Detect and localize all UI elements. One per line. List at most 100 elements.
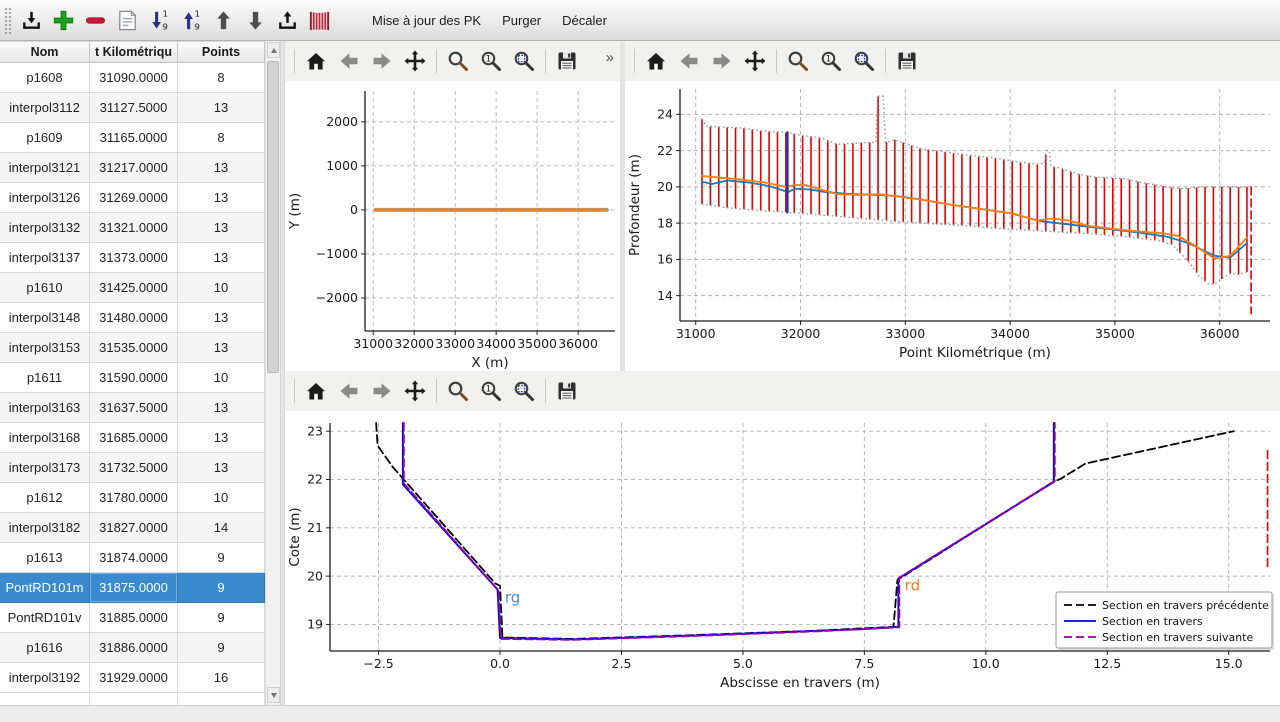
- table-row[interactable]: interpol319231929.000016: [0, 663, 265, 693]
- table-row[interactable]: interpol317331732.500013: [0, 453, 265, 483]
- status-bar: [0, 705, 1280, 722]
- zoom-selection-button[interactable]: [849, 46, 879, 76]
- scroll-down-button[interactable]: [267, 687, 280, 703]
- forward-button[interactable]: [367, 46, 397, 76]
- table-row[interactable]: p161631886.00009: [0, 633, 265, 663]
- home-button[interactable]: [301, 376, 331, 406]
- pan-button[interactable]: [400, 46, 430, 76]
- table-row[interactable]: interpol312131217.000013: [0, 153, 265, 183]
- import-button[interactable]: [16, 4, 47, 36]
- zoom-original-button[interactable]: [476, 376, 506, 406]
- zoom-button[interactable]: [443, 376, 473, 406]
- move-up-button[interactable]: [208, 4, 239, 36]
- svg-text:Profondeur (m): Profondeur (m): [627, 154, 643, 256]
- zoom-selection-button[interactable]: [509, 46, 539, 76]
- edit-note-button[interactable]: [112, 4, 143, 36]
- table-row[interactable]: interpol316331637.500013: [0, 393, 265, 423]
- export-button[interactable]: [272, 4, 303, 36]
- table-cell: 8: [178, 63, 265, 93]
- table-scrollbar[interactable]: [265, 41, 280, 705]
- column-header-points[interactable]: Points: [178, 41, 265, 63]
- sections-panel: Nom t Kilométriqu Points p160831090.0000…: [0, 41, 280, 705]
- forward-button[interactable]: [367, 376, 397, 406]
- table-cell: 31874.0000: [90, 543, 178, 573]
- table-row[interactable]: interpol312631269.000013: [0, 183, 265, 213]
- table-cell: 31269.0000: [90, 183, 178, 213]
- table-row[interactable]: p160931165.00008: [0, 123, 265, 153]
- sort-numeric-desc-icon: [147, 8, 172, 33]
- table-row[interactable]: PontRD101v31885.00009: [0, 603, 265, 633]
- table-cell: 8: [178, 123, 265, 153]
- back-button[interactable]: [334, 376, 364, 406]
- zoom-original-button[interactable]: [816, 46, 846, 76]
- table-cell: [178, 693, 265, 705]
- zoom-original-icon: [819, 49, 843, 73]
- home-button[interactable]: [301, 46, 331, 76]
- section-chart[interactable]: −2.50.02.55.07.510.012.515.01920212223rg…: [285, 411, 1280, 705]
- table-row[interactable]: interpol311231127.500013: [0, 93, 265, 123]
- save-button[interactable]: [552, 46, 582, 76]
- add-section-button[interactable]: [48, 4, 79, 36]
- charts-area: » 310003200033000340003500036000−2000−10…: [285, 41, 1280, 705]
- move-down-button[interactable]: [240, 4, 271, 36]
- zoom-original-button[interactable]: [476, 46, 506, 76]
- cross-sections-button[interactable]: [304, 4, 335, 36]
- table-row[interactable]: p161131590.000010: [0, 363, 265, 393]
- update-pk-button[interactable]: Mise à jour des PK: [362, 4, 491, 36]
- zoom-button[interactable]: [443, 46, 473, 76]
- toolbar-separator: [885, 49, 886, 73]
- sort-ascending-button[interactable]: [176, 4, 207, 36]
- shift-button[interactable]: Décaler: [552, 4, 617, 36]
- table-row[interactable]: interpol318231827.000014: [0, 513, 265, 543]
- profile-chart[interactable]: 3100032000330003400035000360001416182022…: [625, 81, 1280, 371]
- table-cell: interpol3121: [0, 153, 90, 183]
- save-button[interactable]: [552, 376, 582, 406]
- remove-section-button[interactable]: [80, 4, 111, 36]
- table-row[interactable]: p160831090.00008: [0, 63, 265, 93]
- zoom-button[interactable]: [783, 46, 813, 76]
- column-header-nom[interactable]: Nom: [0, 41, 90, 63]
- table-row[interactable]: interpol313231321.000013: [0, 213, 265, 243]
- toolbar-drag-handle[interactable]: [3, 6, 12, 34]
- svg-text:0.0: 0.0: [490, 656, 510, 671]
- home-button[interactable]: [641, 46, 671, 76]
- scrollbar-thumb[interactable]: [267, 61, 279, 373]
- svg-text:34000: 34000: [476, 336, 516, 351]
- toolbar-overflow-chevron[interactable]: »: [606, 49, 614, 66]
- svg-text:24: 24: [657, 107, 673, 122]
- table-row[interactable]: p161331874.00009: [0, 543, 265, 573]
- plan-chart[interactable]: 310003200033000340003500036000−2000−1000…: [285, 81, 620, 371]
- save-button[interactable]: [892, 46, 922, 76]
- table-row[interactable]: interpol316831685.000013: [0, 423, 265, 453]
- table-row[interactable]: interpol315331535.000013: [0, 333, 265, 363]
- plan-plot-toolbar: »: [285, 41, 620, 81]
- sort-descending-button[interactable]: [144, 4, 175, 36]
- svg-text:Section en travers suivante: Section en travers suivante: [1102, 631, 1253, 644]
- svg-text:14: 14: [657, 288, 673, 303]
- back-button[interactable]: [334, 46, 364, 76]
- table-cell: 31373.0000: [90, 243, 178, 273]
- toolbar-separator: [545, 49, 546, 73]
- table-cell: interpol3182: [0, 513, 90, 543]
- zoom-selection-button[interactable]: [509, 376, 539, 406]
- table-cell: 31637.5000: [90, 393, 178, 423]
- svg-text:36000: 36000: [558, 336, 598, 351]
- table-cell: p1612: [0, 483, 90, 513]
- table-cell: 13: [178, 393, 265, 423]
- pan-button[interactable]: [740, 46, 770, 76]
- table-row[interactable]: interpol314831480.000013: [0, 303, 265, 333]
- scroll-up-button[interactable]: [267, 42, 280, 58]
- table-row[interactable]: p161031425.000010: [0, 273, 265, 303]
- purge-button[interactable]: Purger: [492, 4, 551, 36]
- pan-button[interactable]: [400, 376, 430, 406]
- table-row[interactable]: interpol313731373.000013: [0, 243, 265, 273]
- svg-text:10.0: 10.0: [972, 656, 1000, 671]
- zoom-icon: [786, 49, 810, 73]
- table-row[interactable]: p161231780.000010: [0, 483, 265, 513]
- svg-text:31000: 31000: [353, 336, 393, 351]
- back-button[interactable]: [674, 46, 704, 76]
- forward-button[interactable]: [707, 46, 737, 76]
- export-icon: [275, 8, 300, 33]
- column-header-point-kilometrique[interactable]: t Kilométriqu: [90, 41, 178, 63]
- table-row[interactable]: PontRD101m31875.00009: [0, 573, 265, 603]
